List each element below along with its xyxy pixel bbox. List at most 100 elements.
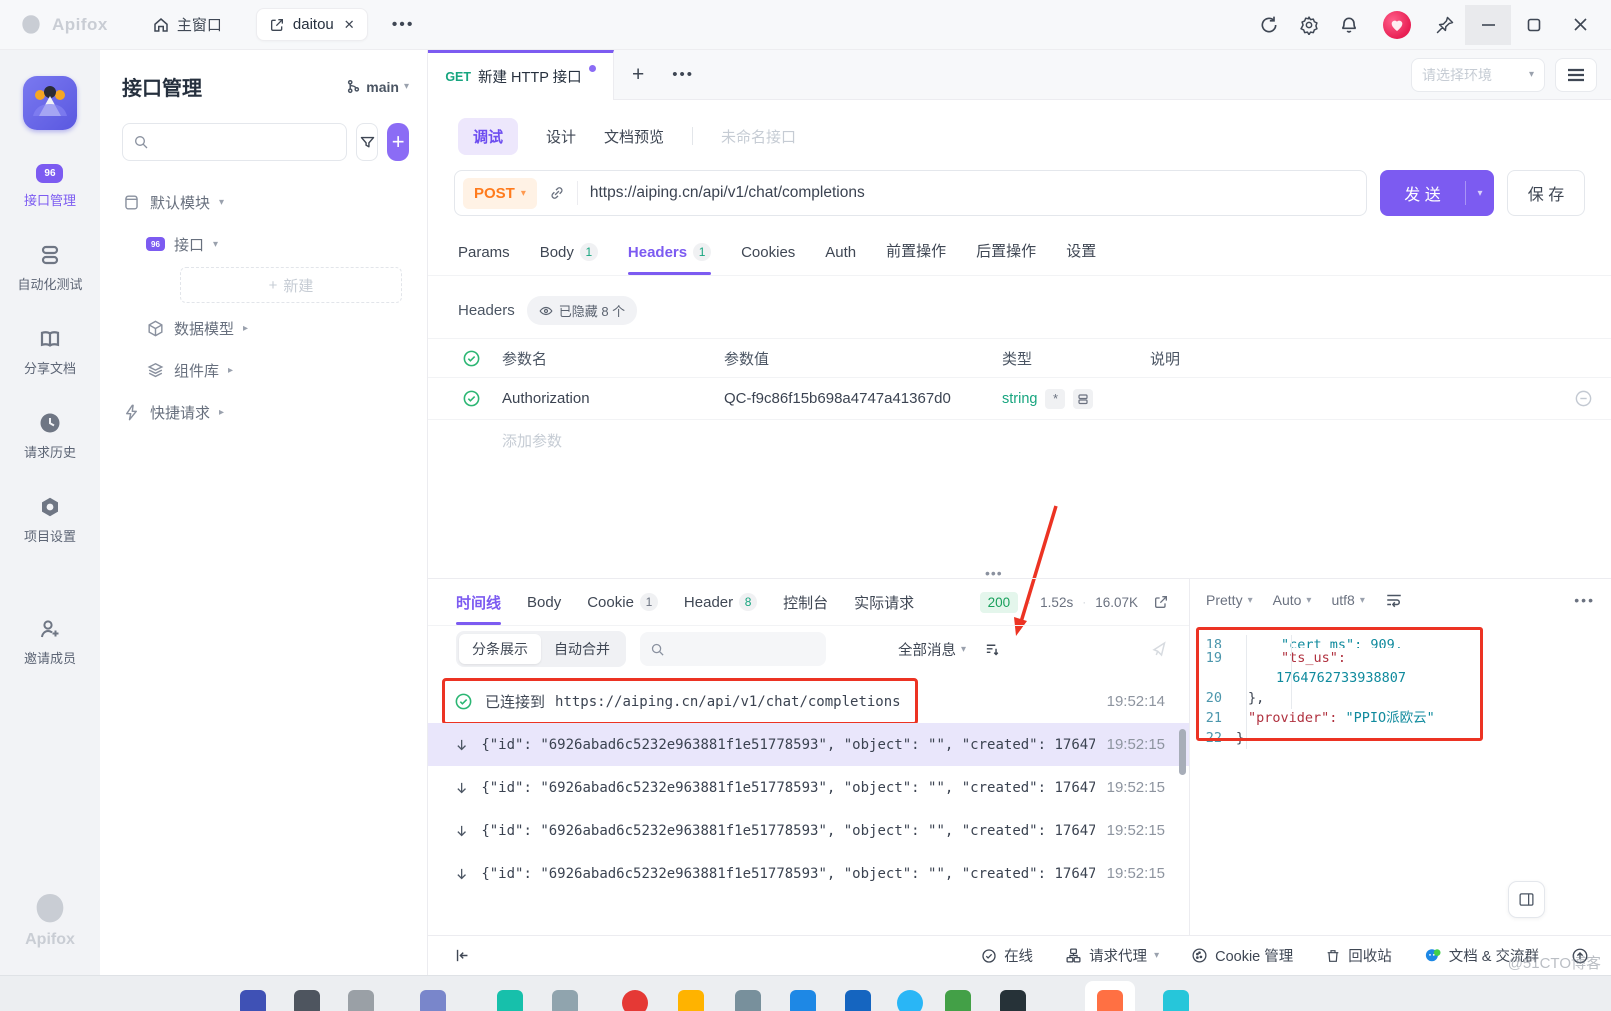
sidebar-item-automated-testing[interactable]: 自动化测试 [17, 243, 82, 293]
env-menu-button[interactable] [1555, 58, 1597, 92]
tab-cookies[interactable]: Cookies [741, 244, 795, 275]
sidebar-item-invite-members[interactable]: 邀请成员 [24, 617, 76, 667]
user-avatar[interactable] [1383, 11, 1411, 39]
new-tab-button[interactable]: + [632, 63, 644, 87]
message-filter-select[interactable]: 全部消息 ▾ [898, 639, 966, 660]
tab-body[interactable]: Body1 [540, 243, 598, 275]
taskbar-app-icon[interactable] [845, 990, 871, 1011]
tree-item-default-module[interactable]: 默认模块 ▾ [122, 181, 409, 223]
check-circle-icon[interactable] [462, 389, 481, 408]
auto-merge-option[interactable]: 自动合并 [541, 634, 623, 664]
timeline-row-data[interactable]: {"id": "6926abad6c5232e963881f1e51778593… [428, 809, 1189, 852]
tab-timeline[interactable]: 时间线 [456, 579, 501, 625]
timeline-search[interactable] [640, 632, 826, 666]
windows-taskbar[interactable] [0, 975, 1611, 1011]
minimize-button[interactable] [1465, 5, 1511, 45]
cookie-manager[interactable]: Cookie 管理 [1191, 945, 1293, 966]
check-circle-icon[interactable] [462, 349, 481, 368]
titlebar-more-button[interactable]: ••• [392, 16, 415, 34]
encoding-select[interactable]: utf8▾ [1331, 592, 1364, 608]
sync-button[interactable] [1249, 5, 1289, 45]
send-button[interactable]: 发 送 ▾ [1380, 170, 1494, 216]
mock-icon[interactable] [1073, 389, 1093, 409]
tab-design[interactable]: 设计 [546, 126, 576, 147]
taskbar-app-icon[interactable] [1163, 990, 1189, 1011]
tab-pre-processors[interactable]: 前置操作 [886, 240, 946, 275]
viewer-more-button[interactable]: ••• [1574, 592, 1595, 608]
taskbar-app-icon[interactable] [1097, 990, 1123, 1011]
timeline-search-input[interactable] [671, 641, 816, 657]
taskbar-app-icon[interactable] [790, 990, 816, 1011]
tab-more-button[interactable]: ••• [672, 66, 694, 83]
sidebar-item-request-history[interactable]: 请求历史 [24, 411, 76, 461]
share-button[interactable] [1153, 594, 1169, 610]
tab-actual-request[interactable]: 实际请求 [854, 579, 914, 625]
timeline-row-connected[interactable]: 已连接到 https://aiping.cn/api/v1/chat/compl… [428, 680, 1189, 723]
taskbar-app-icon[interactable] [348, 990, 374, 1011]
tree-item-component-library[interactable]: 组件库 ▸ [122, 349, 409, 391]
tab-auth[interactable]: Auth [825, 244, 856, 275]
wrap-button[interactable] [1385, 592, 1403, 608]
tab-headers[interactable]: Headers1 [628, 243, 711, 275]
editor-tab-active[interactable]: GET 新建 HTTP 接口 [428, 50, 614, 100]
taskbar-app-icon[interactable] [1000, 990, 1026, 1011]
header-row-authorization[interactable]: Authorization QC-f9c86f15b698a4747a41367… [428, 378, 1611, 420]
mode-select[interactable]: Auto▾ [1273, 592, 1312, 608]
timeline-row-data[interactable]: {"id": "6926abad6c5232e963881f1e51778593… [428, 766, 1189, 809]
taskbar-app-icon[interactable] [897, 990, 923, 1011]
taskbar-app-icon[interactable] [294, 990, 320, 1011]
taskbar-app-icon[interactable] [420, 990, 446, 1011]
close-tab-icon[interactable]: ✕ [344, 17, 355, 33]
collapse-sidebar-button[interactable] [454, 947, 471, 964]
timeline-row-data[interactable]: {"id": "6926abad6c5232e963881f1e51778593… [428, 852, 1189, 895]
taskbar-app-icon[interactable] [678, 990, 704, 1011]
taskbar-app-icon[interactable] [622, 990, 648, 1011]
tab-settings[interactable]: 设置 [1066, 240, 1096, 275]
taskbar-app-icon[interactable] [552, 990, 578, 1011]
taskbar-app-icon[interactable] [497, 990, 523, 1011]
filter-button[interactable] [356, 123, 378, 161]
project-tab-daitou[interactable]: daitou ✕ [256, 8, 368, 41]
add-api-button[interactable]: + [387, 123, 409, 161]
tab-post-processors[interactable]: 后置操作 [976, 240, 1036, 275]
link-icon[interactable] [537, 184, 577, 202]
tab-resp-cookie[interactable]: Cookie1 [587, 579, 658, 625]
add-param-button[interactable]: 添加参数 [428, 420, 1611, 460]
timeline-row-data[interactable]: {"id": "6926abad6c5232e963881f1e51778593… [428, 723, 1189, 766]
tab-debug[interactable]: 调试 [458, 118, 518, 155]
taskbar-app-icon[interactable] [240, 990, 266, 1011]
method-select[interactable]: POST ▾ [463, 178, 537, 209]
tab-console[interactable]: 控制台 [783, 579, 828, 625]
new-api-button[interactable]: + 新建 [180, 267, 402, 303]
sidebar-item-api-management[interactable]: 96 接口管理 [24, 164, 76, 209]
clear-icon[interactable] [1151, 640, 1169, 658]
close-button[interactable] [1557, 5, 1603, 45]
remove-row-button[interactable] [1555, 389, 1611, 408]
branch-selector[interactable]: main ▾ [346, 79, 409, 95]
sort-button[interactable] [984, 641, 1001, 658]
save-button[interactable]: 保 存 [1507, 170, 1585, 216]
json-viewer[interactable]: 18 "cert_ms": 909, 19 "ts_us": 176476273… [1190, 635, 1597, 748]
url-input[interactable] [578, 184, 1358, 202]
recycle-bin[interactable]: 回收站 [1325, 945, 1392, 966]
tree-item-data-model[interactable]: 数据模型 ▸ [122, 307, 409, 349]
sidebar-item-project-settings[interactable]: 项目设置 [24, 495, 76, 545]
main-window-tab[interactable]: 主窗口 [152, 14, 222, 35]
notifications-button[interactable] [1329, 5, 1369, 45]
environment-select[interactable]: 请选择环境 ▾ [1411, 58, 1545, 92]
sidebar-item-share-docs[interactable]: 分享文档 [24, 327, 76, 377]
tree-search-input[interactable] [155, 134, 336, 150]
pin-button[interactable] [1425, 5, 1465, 45]
tree-item-api-group[interactable]: 96 接口 ▾ [122, 223, 409, 265]
param-name[interactable]: Authorization [502, 390, 724, 407]
tree-search[interactable] [122, 123, 347, 161]
tree-item-quick-request[interactable]: 快捷请求 ▸ [122, 391, 409, 433]
tab-params[interactable]: Params [458, 244, 510, 275]
request-proxy-menu[interactable]: 请求代理 ▾ [1065, 945, 1159, 966]
taskbar-app-icon[interactable] [945, 990, 971, 1011]
maximize-button[interactable] [1511, 5, 1557, 45]
project-avatar[interactable] [23, 76, 77, 130]
tab-doc-preview[interactable]: 文档预览 [604, 126, 664, 147]
settings-button[interactable] [1289, 5, 1329, 45]
tab-resp-body[interactable]: Body [527, 579, 561, 625]
